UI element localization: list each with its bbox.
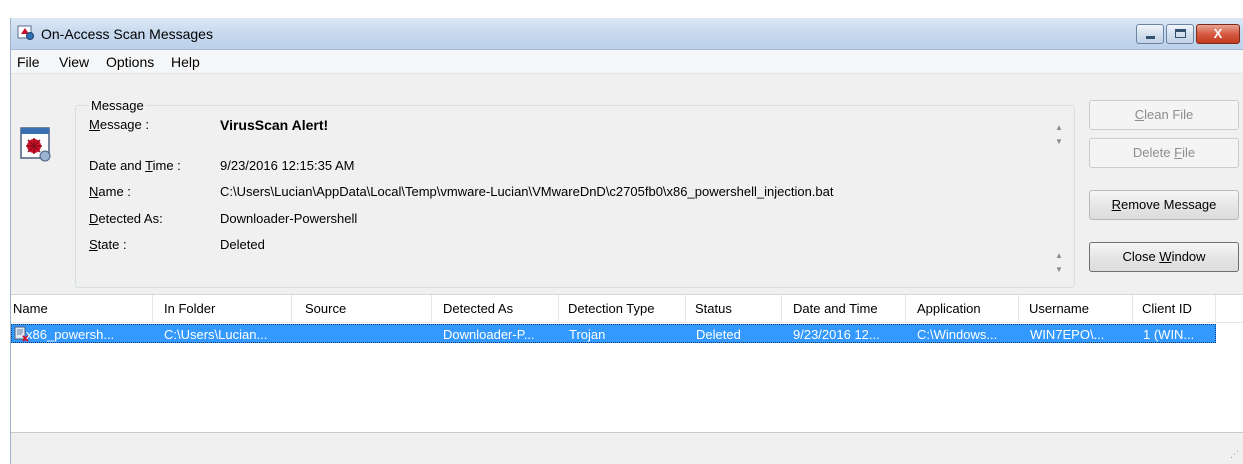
message-group-label: Message (89, 98, 146, 113)
column-header-source[interactable]: Source (292, 295, 432, 323)
column-header-username[interactable]: Username (1019, 295, 1133, 323)
menu-help[interactable]: Help (171, 54, 200, 70)
menu-file[interactable]: File (17, 54, 40, 70)
resize-grip-icon[interactable]: ⋰ (1230, 449, 1239, 460)
cell-date-time: 9/23/2016 12... (793, 327, 880, 342)
cell-application: C:\Windows... (917, 327, 998, 342)
date-time-value: 9/23/2016 12:15:35 AM (220, 158, 355, 173)
maximize-button[interactable] (1166, 24, 1194, 44)
scroll-up-icon[interactable]: ▲ (1054, 123, 1064, 133)
name-value: C:\Users\Lucian\AppData\Local\Temp\vmwar… (220, 184, 834, 199)
message-label: Message : (89, 117, 149, 132)
message-scroll-arrows[interactable]: ▲ ▼ (1054, 123, 1064, 153)
column-header-name[interactable]: Name (11, 295, 153, 323)
title-bar[interactable]: On-Access Scan Messages X (11, 18, 1243, 50)
cell-source (306, 326, 432, 343)
menu-options[interactable]: Options (106, 54, 154, 70)
status-bar: ⋰ (11, 432, 1243, 464)
state-value: Deleted (220, 237, 265, 252)
cell-username: WIN7EPO\... (1030, 327, 1105, 342)
close-icon: X (1213, 26, 1223, 41)
cell-name: x86_powersh... (26, 327, 115, 342)
virus-alert-icon (20, 127, 51, 162)
column-header-client-id[interactable]: Client ID (1133, 295, 1216, 323)
table-row[interactable]: x86_powersh... C:\Users\Lucian... Downlo… (11, 324, 1216, 343)
column-header-status[interactable]: Status (686, 295, 782, 323)
minimize-icon (1146, 36, 1155, 39)
column-header-date-time[interactable]: Date and Time (782, 295, 906, 323)
name-label: Name : (89, 184, 131, 199)
scan-messages-window: On-Access Scan Messages X File View Opti… (10, 18, 1243, 464)
table-header: Name In Folder Source Detected As Detect… (11, 295, 1243, 323)
detected-as-value: Downloader-Powershell (220, 211, 358, 226)
details-scroll-arrows[interactable]: ▲ ▼ (1054, 251, 1064, 281)
cell-in-folder: C:\Users\Lucian... (164, 327, 268, 342)
close-button[interactable]: X (1196, 24, 1240, 44)
message-value: VirusScan Alert! (220, 117, 329, 133)
window-controls: X (1134, 24, 1240, 44)
menu-bar: File View Options Help (11, 50, 1243, 74)
column-header-in-folder[interactable]: In Folder (153, 295, 292, 323)
cell-status: Deleted (696, 327, 741, 342)
scroll-down-icon[interactable]: ▼ (1054, 137, 1064, 147)
shield-scan-icon (17, 25, 34, 40)
detected-as-label: Detected As: (89, 211, 163, 226)
column-header-detected-as[interactable]: Detected As (432, 295, 559, 323)
scroll-up-icon[interactable]: ▲ (1054, 251, 1064, 261)
column-header-application[interactable]: Application (906, 295, 1019, 323)
window-title: On-Access Scan Messages (41, 26, 213, 42)
cell-client-id: 1 (WIN... (1143, 327, 1195, 342)
date-time-label: Date and Time : (89, 158, 181, 173)
cell-detection-type: Trojan (569, 327, 606, 342)
clean-file-button[interactable]: Clean File (1089, 100, 1239, 130)
scroll-down-icon[interactable]: ▼ (1054, 265, 1064, 275)
minimize-button[interactable] (1136, 24, 1164, 44)
delete-file-button[interactable]: Delete File (1089, 138, 1239, 168)
menu-view[interactable]: View (59, 54, 89, 70)
remove-message-button[interactable]: Remove Message (1089, 190, 1239, 220)
close-window-button[interactable]: Close Window (1089, 242, 1239, 272)
state-label: State : (89, 237, 127, 252)
maximize-icon (1175, 29, 1186, 38)
column-header-detection-type[interactable]: Detection Type (559, 295, 686, 323)
cell-detected-as: Downloader-P... (443, 327, 535, 342)
messages-table: Name In Folder Source Detected As Detect… (11, 294, 1243, 432)
